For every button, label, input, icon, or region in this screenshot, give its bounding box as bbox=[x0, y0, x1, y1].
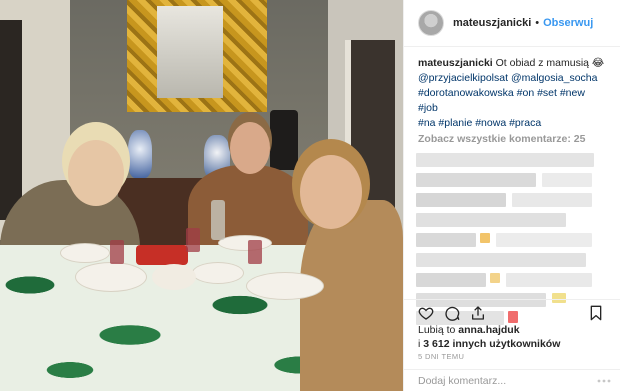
photo-plate bbox=[192, 262, 244, 284]
post-caption: mateuszjanicki Ot obiad z mamusią 😂 @prz… bbox=[404, 47, 620, 131]
instagram-post: mateuszjanicki • Obserwuj mateuszjanicki… bbox=[0, 0, 620, 391]
caption-hashtags[interactable]: #na #planie #nowa #praca bbox=[418, 117, 541, 129]
caption-mention[interactable]: @przyjacielkipolsat bbox=[418, 72, 508, 84]
photo-glass bbox=[248, 240, 262, 264]
view-all-comments-link[interactable]: Zobacz wszystkie komentarze: 25 bbox=[404, 131, 620, 147]
caption-username[interactable]: mateuszjanicki bbox=[418, 57, 493, 69]
likes-connector: i bbox=[418, 338, 421, 350]
photo-plate bbox=[75, 262, 147, 292]
photo-person-left-head bbox=[68, 140, 124, 206]
header-username[interactable]: mateuszjanicki bbox=[453, 17, 531, 29]
photo-plate bbox=[246, 272, 324, 300]
photo-glass bbox=[186, 228, 200, 252]
photo-mirror bbox=[157, 6, 223, 98]
photo-person-right-head bbox=[300, 155, 362, 229]
post-sidebar: mateuszjanicki • Obserwuj mateuszjanicki… bbox=[403, 0, 620, 391]
photo-plate bbox=[218, 235, 272, 251]
post-actions bbox=[404, 299, 620, 321]
comment-icon[interactable] bbox=[444, 305, 460, 321]
photo-glass bbox=[110, 240, 124, 264]
caption-text: Ot obiad z mamusią 😂 bbox=[495, 57, 605, 69]
heart-icon[interactable] bbox=[418, 305, 434, 321]
likes-count-link[interactable]: 3 612 innych użytkowników bbox=[423, 338, 560, 350]
photo-bowl bbox=[152, 264, 196, 290]
avatar[interactable] bbox=[418, 10, 444, 36]
photo-person-center-head bbox=[230, 122, 270, 174]
photo-bottle bbox=[211, 200, 225, 240]
photo-plate bbox=[60, 243, 110, 263]
photo-door bbox=[0, 20, 22, 220]
photo-lamp bbox=[270, 110, 298, 170]
post-timestamp[interactable]: 5 DNI TEMU bbox=[418, 352, 464, 361]
likes-summary: Lubią to anna.hajduk i 3 612 innych użyt… bbox=[418, 323, 560, 351]
caption-mention[interactable]: @malgosia_socha bbox=[511, 72, 598, 84]
share-icon[interactable] bbox=[470, 305, 486, 321]
photo-dish bbox=[136, 245, 188, 265]
likes-user-link[interactable]: anna.hajduk bbox=[458, 324, 519, 336]
header-separator: • bbox=[535, 17, 540, 29]
comment-box bbox=[404, 369, 620, 391]
post-header: mateuszjanicki • Obserwuj bbox=[404, 0, 620, 47]
likes-prefix: Lubią to bbox=[418, 324, 456, 336]
follow-button[interactable]: Obserwuj bbox=[543, 17, 593, 29]
bookmark-icon[interactable] bbox=[588, 305, 604, 321]
photo-person-right bbox=[300, 200, 403, 391]
comment-input[interactable] bbox=[418, 374, 568, 388]
post-photo[interactable] bbox=[0, 0, 403, 391]
caption-hashtags[interactable]: #dorotanowakowska #on #set #new #job bbox=[418, 87, 585, 114]
photo-vase bbox=[128, 130, 152, 178]
more-dots-icon[interactable] bbox=[597, 376, 611, 386]
